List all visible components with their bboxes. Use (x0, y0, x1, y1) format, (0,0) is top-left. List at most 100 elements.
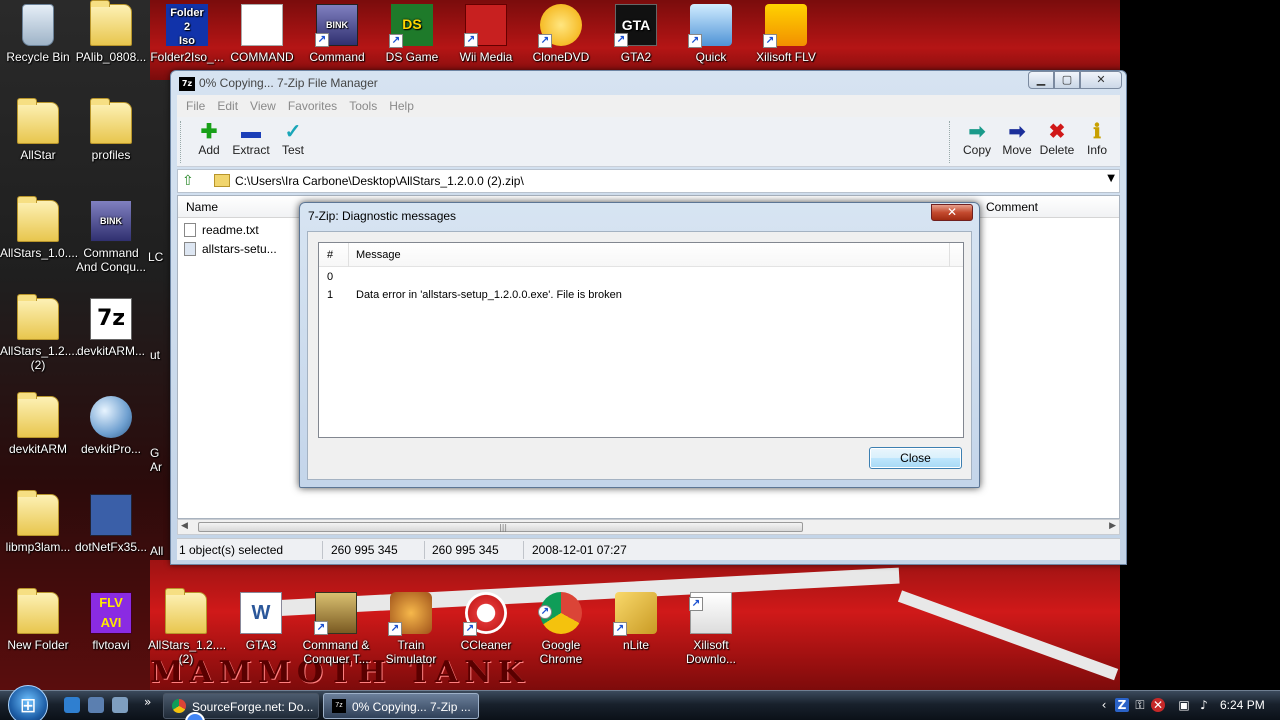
desktop-icon-gta3[interactable]: W GTA3 (223, 592, 299, 652)
desktop-icon-devkitarm-archive[interactable]: 7z devkitARM... (73, 298, 149, 358)
dialog-close-x-button[interactable]: ✕ (931, 204, 973, 221)
taskbar-item-chrome[interactable]: SourceForge.net: Do... (163, 693, 319, 720)
desktop-icon-folder2iso[interactable]: Folder 2 Iso Folder2Iso_... (149, 4, 225, 64)
desktop-icon-xilisoft-download[interactable]: Xilisoft Downlo... (673, 592, 749, 666)
desktop-icon-dotnetfx[interactable]: dotNetFx35... (73, 494, 149, 554)
desktop-icon-train-simulator[interactable]: Train Simulator (373, 592, 449, 666)
move-button[interactable]: ➡ Move (996, 121, 1038, 157)
chevron-down-icon[interactable]: ▼ (1107, 173, 1115, 184)
desktop-icon-allstars-1-0[interactable]: AllStars_1.0.... (0, 196, 78, 260)
desktop-icon-google-chrome[interactable]: Google Chrome (523, 592, 599, 666)
desktop-icon-devkitarm[interactable]: devkitARM (0, 392, 76, 456)
desktop-icon-palib[interactable]: PAlib_0808... (73, 0, 149, 64)
close-button[interactable]: Close (869, 447, 962, 469)
message-row[interactable]: 0 (319, 269, 963, 287)
desktop-icon-ccleaner[interactable]: CCleaner (448, 592, 524, 652)
file-row[interactable]: allstars-setu... (184, 242, 277, 260)
desktop-icon-command-conquer-t[interactable]: Command & Conquer T... (298, 592, 374, 666)
taskbar-item-7zip[interactable]: 7z 0% Copying... 7-Zip ... (323, 693, 479, 719)
close-icon: ✕ (946, 205, 958, 219)
tray-expand-icon[interactable]: ‹ (1097, 698, 1111, 712)
desktop-icon-partial-g[interactable]: G Ar (150, 446, 172, 474)
minimize-button[interactable]: ▁ (1028, 71, 1054, 89)
tray-z-icon[interactable]: Z (1115, 698, 1129, 712)
toolbar-grip[interactable] (180, 121, 183, 163)
column-number[interactable]: # (327, 249, 333, 261)
window-titlebar[interactable]: 7z 0% Copying... 7-Zip File Manager ▁ ▢ … (171, 71, 1126, 95)
add-label: Add (198, 143, 220, 157)
menu-file[interactable]: File (180, 99, 211, 113)
desktop-icon-command-file[interactable]: COMMAND (224, 4, 300, 64)
status-bar: 1 object(s) selected 260 995 345 260 995… (177, 538, 1120, 560)
clonedvd-icon (538, 4, 582, 48)
menu-help[interactable]: Help (383, 99, 420, 113)
desktop-icon-devkitpro[interactable]: devkitPro... (73, 396, 149, 456)
extract-button[interactable]: ▬ Extract (230, 121, 272, 157)
desktop-icon-ds-game[interactable]: DS DS Game (374, 4, 450, 64)
internet-explorer-icon[interactable] (64, 697, 80, 713)
desktop-icon-clonedvd[interactable]: CloneDVD (523, 4, 599, 64)
message-list[interactable]: # Message 0 1 Data error in 'allstars-se… (318, 242, 964, 438)
column-message[interactable]: Message (356, 249, 401, 261)
desktop-icon-label: devkitARM (8, 442, 67, 456)
desktop-icon-label: Command And Conqu... (75, 246, 147, 274)
flv-avi-icon: FLV AVI (90, 592, 132, 634)
switch-windows-icon[interactable] (112, 697, 128, 713)
desktop-icon-command-and-conquer[interactable]: BINK Command And Conqu... (73, 200, 149, 274)
test-button[interactable]: ✓ Test (272, 121, 314, 157)
desktop-icon-profiles[interactable]: profiles (73, 98, 149, 162)
toolbar: ✚ Add ▬ Extract ✓ Test ➡ Copy ➡ Move ✖ D… (177, 117, 1120, 167)
quicklaunch-more-icon[interactable]: » (144, 695, 151, 709)
minimize-icon: ▁ (1036, 73, 1046, 86)
desktop-icon-command[interactable]: BINK Command (299, 4, 375, 64)
delete-button[interactable]: ✖ Delete (1036, 121, 1078, 157)
maximize-button[interactable]: ▢ (1054, 71, 1080, 89)
scroll-left-icon[interactable]: ◀ (181, 521, 188, 531)
show-desktop-icon[interactable] (88, 697, 104, 713)
scroll-thumb[interactable]: ||| (198, 522, 803, 532)
desktop-icon-allstars-zip[interactable]: AllStars_1.2.... (2) (148, 588, 226, 666)
menu-favorites[interactable]: Favorites (282, 99, 343, 113)
tray-monitor-icon[interactable]: ▣ (1177, 698, 1191, 712)
start-button[interactable] (8, 685, 48, 720)
horizontal-scrollbar[interactable]: ◀ ||| ▶ (177, 519, 1120, 535)
close-window-button[interactable]: ✕ (1080, 71, 1122, 89)
desktop-icon-quick[interactable]: Quick (673, 4, 749, 64)
clock[interactable]: 6:24 PM (1220, 698, 1265, 712)
info-button[interactable]: ℹ Info (1076, 121, 1118, 157)
taskbar-item-label: SourceForge.net: Do... (192, 700, 314, 714)
column-comment[interactable]: Comment (986, 200, 1038, 214)
desktop-icon-libmp3lame[interactable]: libmp3lam... (0, 490, 76, 554)
desktop-icon-nlite[interactable]: nLite (598, 592, 674, 652)
tray-alert-icon[interactable]: ✕ (1151, 698, 1165, 712)
file-row[interactable]: readme.txt (184, 223, 259, 241)
folder-icon (90, 0, 132, 46)
add-button[interactable]: ✚ Add (188, 121, 230, 157)
address-bar[interactable]: ⇧ C:\Users\Ira Carbone\Desktop\AllStars_… (177, 169, 1120, 193)
copy-button[interactable]: ➡ Copy (956, 121, 998, 157)
tray-network-icon[interactable]: ⚿ (1133, 698, 1147, 712)
desktop-icon-allstar[interactable]: AllStar (0, 98, 76, 162)
desktop-icon-partial-lc[interactable]: LC (148, 250, 172, 264)
desktop-icon-gta2[interactable]: GTA GTA2 (598, 4, 674, 64)
message-row[interactable]: 1 Data error in 'allstars-setup_1.2.0.0.… (319, 287, 963, 305)
menu-view[interactable]: View (244, 99, 282, 113)
folder-up-icon[interactable]: ⇧ (182, 173, 198, 189)
desktop-icon-new-folder[interactable]: New Folder (0, 588, 76, 652)
desktop-icon-wii-media[interactable]: Wii Media (448, 4, 524, 64)
desktop-icon-partial-all[interactable]: All (150, 544, 172, 558)
toolbar-grip[interactable] (949, 121, 952, 163)
address-path[interactable]: C:\Users\Ira Carbone\Desktop\AllStars_1.… (235, 174, 524, 188)
column-name[interactable]: Name (186, 200, 218, 214)
desktop-icon-allstars-1-2[interactable]: AllStars_1.2.... (2) (0, 294, 78, 372)
desktop-icon-flvtoavi[interactable]: FLV AVI flvtoavi (73, 592, 149, 652)
message-number: 1 (327, 289, 334, 301)
desktop-icon-recycle-bin[interactable]: Recycle Bin (0, 4, 76, 64)
menu-tools[interactable]: Tools (343, 99, 383, 113)
status-separator (322, 541, 323, 559)
scroll-right-icon[interactable]: ▶ (1109, 521, 1116, 531)
desktop-icon-xilisoft-flv[interactable]: Xilisoft FLV (748, 4, 824, 64)
volume-icon[interactable]: ♪ (1197, 698, 1211, 712)
menu-edit[interactable]: Edit (211, 99, 244, 113)
desktop-icon-partial-ut[interactable]: ut (150, 348, 172, 362)
